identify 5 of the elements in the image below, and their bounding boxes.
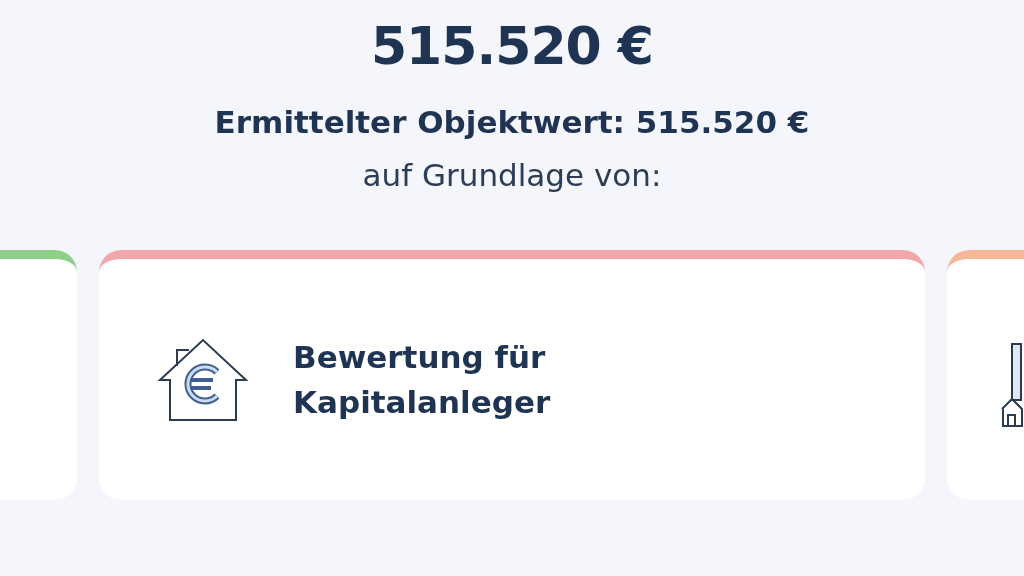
basis-label: auf Grundlage von: [362, 157, 662, 195]
card-title: Bewertung für Kapitalanleger [293, 337, 552, 422]
building-icon [1001, 342, 1023, 427]
object-value: 515.520 € [370, 20, 654, 72]
value-summary: Ermittelter Objektwert: 515.520 € [214, 104, 810, 142]
